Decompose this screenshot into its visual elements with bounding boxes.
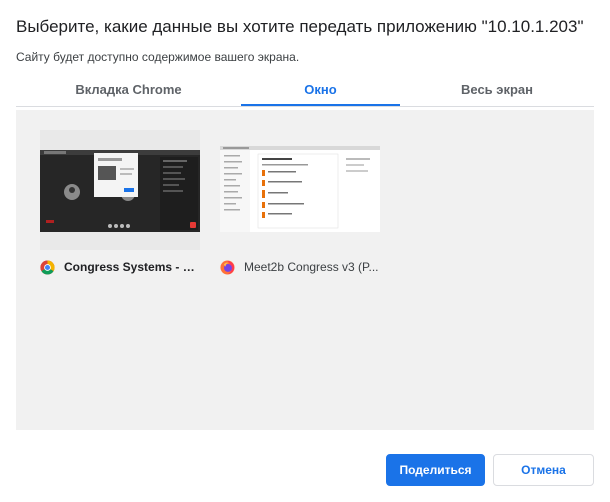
thumbnail-video-conference	[40, 130, 200, 250]
source-list-panel: Congress Systems - m... Meet2b Congress …	[16, 110, 594, 430]
source-label-row: Congress Systems - m...	[40, 259, 200, 275]
thumbnail-document-window	[220, 130, 380, 250]
chrome-icon	[40, 259, 55, 275]
source-item-meet2b-congress[interactable]: Meet2b Congress v3 (P...	[220, 130, 380, 275]
source-label: Congress Systems - m...	[64, 260, 200, 274]
source-label: Meet2b Congress v3 (P...	[244, 260, 379, 274]
share-screen-dialog: Выберите, какие данные вы хотите передат…	[0, 0, 610, 502]
tab-window[interactable]: Окно	[241, 76, 400, 106]
source-label-row: Meet2b Congress v3 (P...	[220, 259, 380, 275]
window-thumbnail[interactable]	[220, 130, 380, 250]
firefox-icon	[220, 259, 235, 275]
dialog-subtitle: Сайту будет доступно содержимое вашего э…	[16, 50, 300, 64]
tab-entire-screen[interactable]: Весь экран	[400, 76, 594, 104]
cancel-button[interactable]: Отмена	[493, 454, 594, 486]
window-thumbnail[interactable]	[40, 130, 200, 250]
source-item-congress-systems[interactable]: Congress Systems - m...	[40, 130, 200, 275]
share-button[interactable]: Поделиться	[386, 454, 485, 486]
source-tabs: Вкладка Chrome Окно Весь экран	[16, 76, 594, 107]
dialog-title: Выберите, какие данные вы хотите передат…	[16, 17, 584, 36]
tab-chrome-tab[interactable]: Вкладка Chrome	[16, 76, 241, 104]
